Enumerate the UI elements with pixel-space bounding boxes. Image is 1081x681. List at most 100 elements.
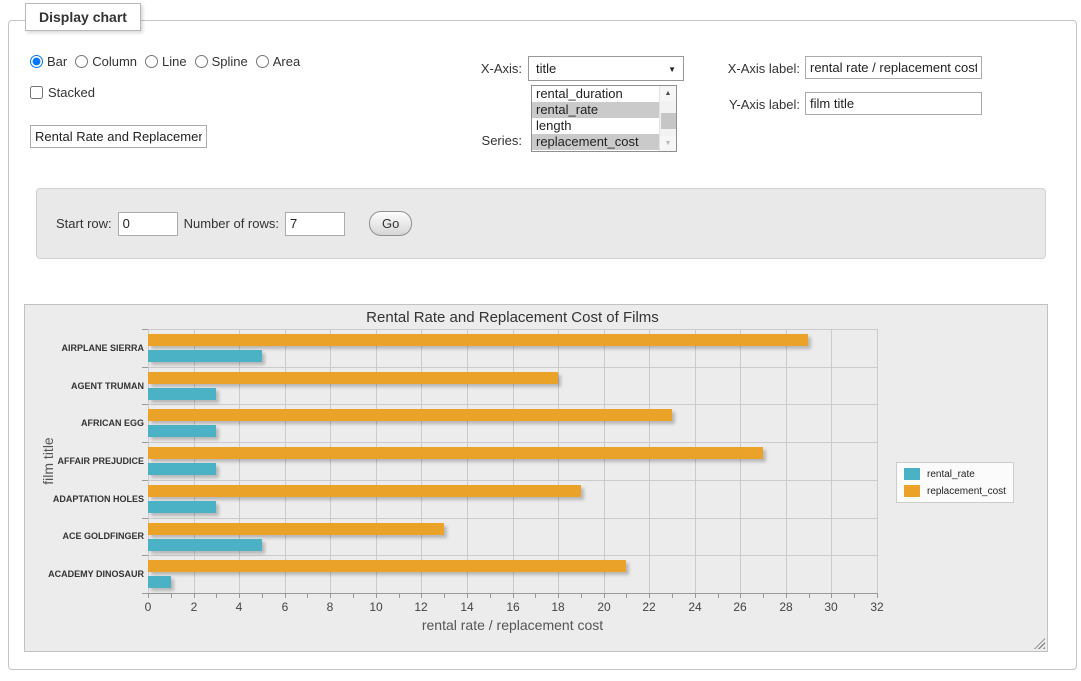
x-tick-label: 18 (543, 600, 573, 614)
chart-type-option-column[interactable]: Column (75, 54, 137, 69)
y-tick-mark (142, 329, 148, 330)
scrollbar[interactable]: ▲ ▼ (659, 86, 676, 151)
gridline-vertical (239, 329, 240, 593)
x-axis-ticks: 02468101214161820222426283032 (148, 593, 877, 617)
chart-type-radio-column[interactable] (75, 55, 88, 68)
bar-rental_rate-academy-dinosaur (148, 576, 171, 588)
num-rows-label: Number of rows: (184, 216, 279, 231)
x-axis-label-input[interactable] (805, 56, 982, 79)
chart-type-radio-line[interactable] (145, 55, 158, 68)
chart-type-option-line[interactable]: Line (145, 54, 187, 69)
y-tick-mark (142, 480, 148, 481)
x-tick-label: 12 (406, 600, 436, 614)
panel-legend: Display chart (25, 3, 141, 31)
x-tick-mark (330, 593, 331, 598)
gridline-vertical (285, 329, 286, 593)
chart-type-radio-bar[interactable] (30, 55, 43, 68)
chart-type-radio-spline[interactable] (195, 55, 208, 68)
x-tick-label: 0 (133, 600, 163, 614)
x-tick-label: 2 (179, 600, 209, 614)
legend-entry-rental_rate: rental_rate (904, 468, 1006, 480)
x-tick-mark (831, 593, 832, 598)
plot-area (148, 329, 877, 593)
gridline-vertical (513, 329, 514, 593)
x-tick-mark (353, 593, 354, 598)
x-tick-label: 24 (680, 600, 710, 614)
gridline-vertical (421, 329, 422, 593)
scroll-up-icon[interactable]: ▲ (660, 86, 676, 101)
chart-title: Rental Rate and Replacement Cost of Film… (148, 309, 877, 326)
x-tick-label: 6 (270, 600, 300, 614)
series-select-label: Series: (422, 133, 522, 148)
num-rows-input[interactable] (285, 212, 345, 236)
gridline-horizontal (148, 518, 877, 519)
x-tick-label: 32 (862, 600, 892, 614)
gridline-horizontal (148, 367, 877, 368)
stacked-label: Stacked (48, 85, 95, 100)
y-category-label: ADAPTATION HOLES (25, 494, 144, 504)
y-tick-mark (142, 555, 148, 556)
y-axis-label-input[interactable] (805, 92, 982, 115)
x-tick-mark (262, 593, 263, 598)
x-tick-mark (740, 593, 741, 598)
resize-handle-icon[interactable] (1034, 638, 1045, 649)
series-option-replacement_cost[interactable]: replacement_cost (532, 134, 676, 150)
gridline-horizontal (148, 555, 877, 556)
gridline-vertical (148, 329, 149, 593)
chart-type-option-bar[interactable]: Bar (30, 54, 67, 69)
chart-type-radio-area[interactable] (256, 55, 269, 68)
x-axis-select[interactable]: title ▼ (528, 56, 684, 81)
gridline-vertical (467, 329, 468, 593)
go-button[interactable]: Go (369, 211, 412, 236)
stacked-option[interactable]: Stacked (30, 85, 95, 100)
x-tick-mark (718, 593, 719, 598)
series-option-rental_duration[interactable]: rental_duration (532, 86, 676, 102)
x-tick-mark (763, 593, 764, 598)
gridline-vertical (786, 329, 787, 593)
gridline-vertical (604, 329, 605, 593)
bar-replacement_cost-adaptation-holes (148, 485, 581, 497)
y-category-label: ACADEMY DINOSAUR (25, 569, 144, 579)
x-tick-mark (513, 593, 514, 598)
bar-replacement_cost-airplane-sierra (148, 334, 808, 346)
chart-type-option-area[interactable]: Area (256, 54, 300, 69)
start-row-input[interactable] (118, 212, 178, 236)
x-tick-mark (604, 593, 605, 598)
scrollbar-thumb[interactable] (661, 113, 676, 129)
x-tick-mark (285, 593, 286, 598)
gridline-vertical (695, 329, 696, 593)
x-tick-label: 20 (589, 600, 619, 614)
x-tick-label: 22 (634, 600, 664, 614)
gridline-horizontal (148, 329, 877, 330)
chart-x-axis-title: rental rate / replacement cost (148, 617, 877, 633)
x-tick-mark (558, 593, 559, 598)
y-category-label: AIRPLANE SIERRA (25, 343, 144, 353)
bar-rental_rate-adaptation-holes (148, 501, 216, 513)
bar-replacement_cost-african-egg (148, 409, 672, 421)
x-tick-label: 4 (224, 600, 254, 614)
series-multiselect[interactable]: rental_durationrental_ratelengthreplacem… (531, 85, 677, 152)
gridline-vertical (740, 329, 741, 593)
chart-title-input[interactable] (30, 125, 207, 148)
x-tick-mark (809, 593, 810, 598)
x-tick-mark (581, 593, 582, 598)
x-tick-label: 30 (816, 600, 846, 614)
chart-type-option-spline[interactable]: Spline (195, 54, 248, 69)
bar-rental_rate-agent-truman (148, 388, 216, 400)
x-tick-mark (535, 593, 536, 598)
gridline-vertical (330, 329, 331, 593)
y-tick-mark (142, 442, 148, 443)
x-tick-mark (171, 593, 172, 598)
series-option-length[interactable]: length (532, 118, 676, 134)
x-tick-mark (216, 593, 217, 598)
x-tick-mark (148, 593, 149, 598)
x-axis-selected-value: title (536, 61, 556, 76)
scroll-down-icon[interactable]: ▼ (660, 136, 676, 151)
stacked-checkbox[interactable] (30, 86, 43, 99)
x-tick-label: 14 (452, 600, 482, 614)
x-tick-label: 26 (725, 600, 755, 614)
x-tick-mark (421, 593, 422, 598)
x-tick-mark (376, 593, 377, 598)
series-option-rental_rate[interactable]: rental_rate (532, 102, 676, 118)
x-tick-mark (695, 593, 696, 598)
